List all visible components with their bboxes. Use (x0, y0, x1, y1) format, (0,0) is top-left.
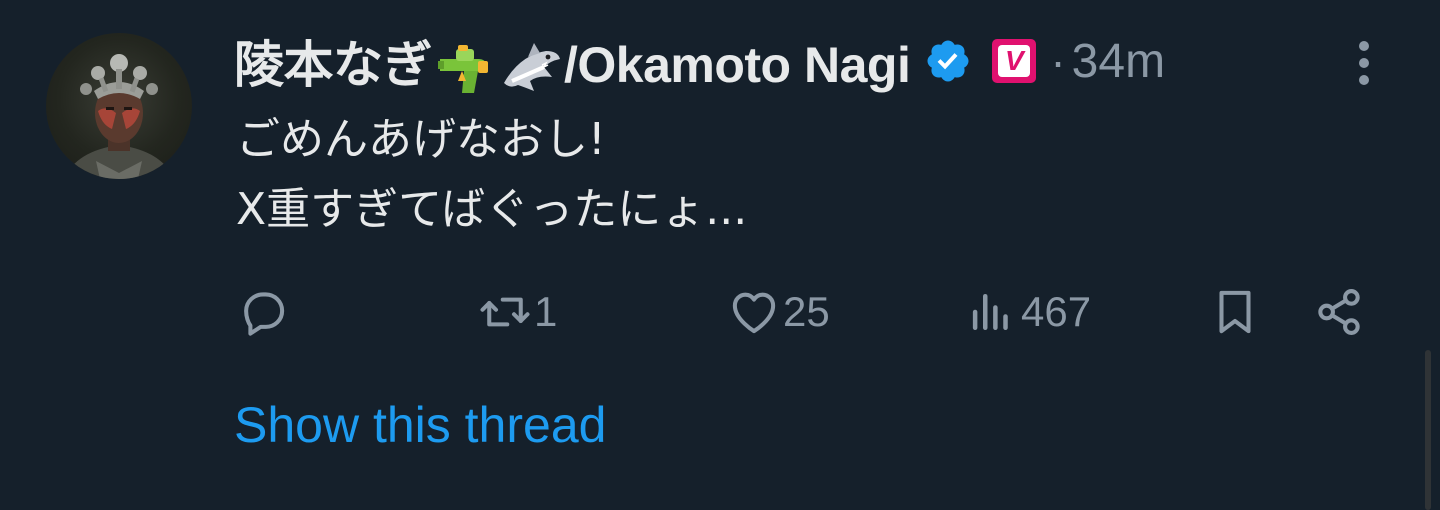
retweet-button[interactable]: 1 (478, 280, 557, 344)
bookmark-icon (1208, 285, 1262, 339)
heart-icon (727, 285, 781, 339)
author-name-latin[interactable]: /Okamoto Nagi (564, 37, 911, 93)
share-icon (1312, 285, 1366, 339)
tweet-text: ごめんあげなおし! X重すぎてばぐったにょ... (236, 105, 747, 245)
verified-badge-icon[interactable] (924, 37, 972, 85)
show-thread-link[interactable]: Show this thread (234, 396, 606, 454)
tweet-text-line: X重すぎてばぐったにょ... (236, 184, 748, 235)
retweet-count: 1 (534, 288, 558, 335)
tweet-header: 陵本なぎ /Okamoto Nagi V · 34m (234, 28, 1165, 94)
author-name[interactable]: 陵本なぎ /Okamoto Nagi (234, 25, 911, 97)
tweet[interactable]: 陵本なぎ /Okamoto Nagi V · 34m ごめんあげなおし! X重す… (0, 0, 1440, 510)
water-pistol-emoji-icon (434, 41, 496, 97)
reply-button[interactable] (236, 280, 290, 344)
shark-emoji-icon (500, 41, 562, 97)
subscription-badge[interactable]: V (992, 39, 1037, 83)
scrollbar[interactable] (1425, 350, 1431, 510)
timestamp[interactable]: 34m (1072, 34, 1165, 89)
tweet-text-line: ごめんあげなおし! (236, 114, 606, 165)
bookmark-button[interactable] (1208, 280, 1262, 344)
views-count: 467 (1021, 288, 1092, 335)
action-bar: 1 25 467 (0, 280, 1440, 344)
like-count: 25 (783, 288, 830, 335)
retweet-icon (478, 285, 532, 339)
timestamp-separator: · (1050, 35, 1066, 87)
views-button[interactable]: 467 (965, 280, 1091, 344)
share-button[interactable] (1312, 280, 1366, 344)
reply-icon (236, 285, 290, 339)
like-button[interactable]: 25 (727, 280, 830, 344)
views-chart-icon (965, 285, 1019, 339)
more-vertical-icon[interactable] (1349, 38, 1379, 88)
avatar[interactable] (46, 33, 192, 179)
badge-letter: V (998, 45, 1031, 77)
author-name-japanese[interactable]: 陵本なぎ (234, 37, 433, 93)
